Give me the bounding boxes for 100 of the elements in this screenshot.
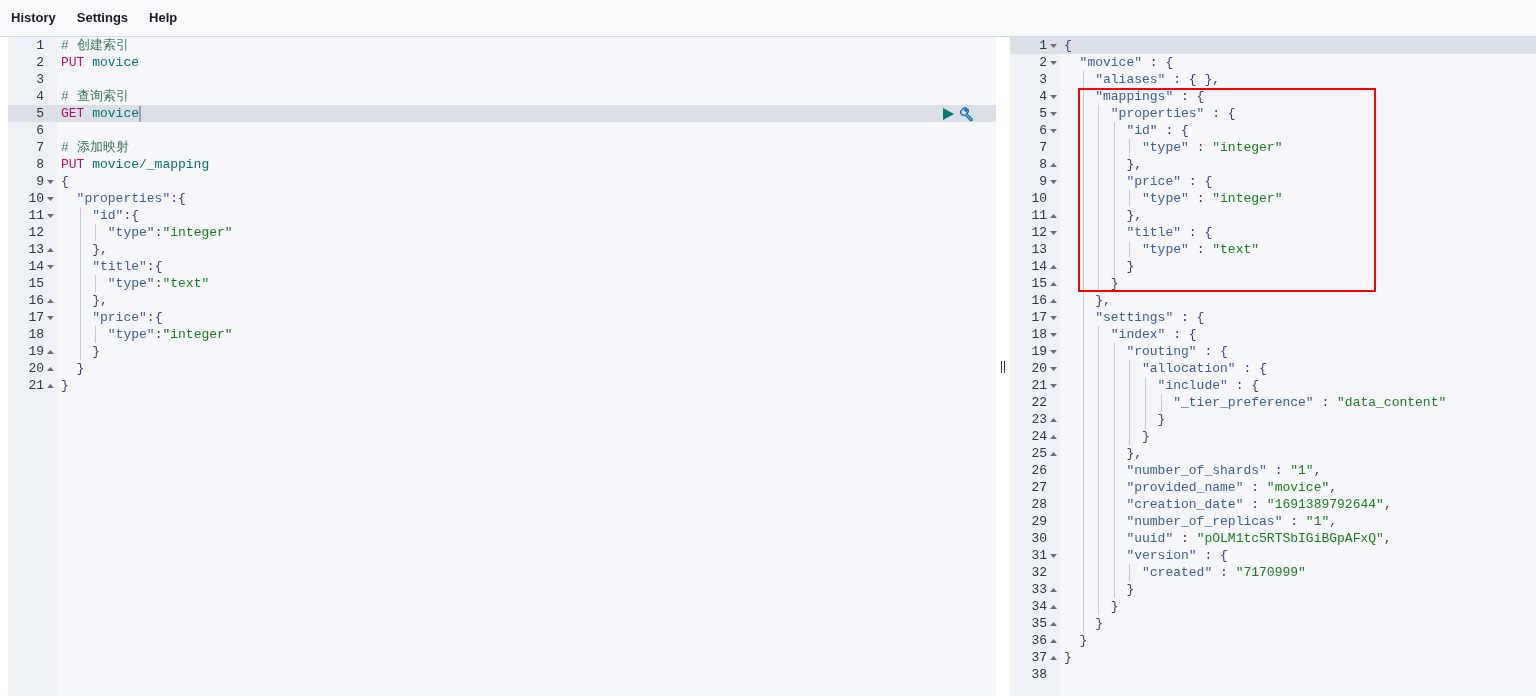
line-number: 20 (28, 360, 44, 377)
code-line: } (91, 343, 100, 360)
code-line: "number_of_replicas" : "1", (1125, 513, 1338, 530)
code-line: } (75, 360, 85, 377)
line-number: 12 (1031, 224, 1047, 241)
line-number: 4 (36, 88, 44, 105)
line-number: 3 (1039, 71, 1047, 88)
menu-item[interactable]: History (11, 8, 56, 28)
line-number: 2 (1039, 54, 1047, 71)
code-line: "created" : "7170999" (1141, 564, 1306, 581)
code-line: "creation_date" : "1691389792644", (1125, 496, 1392, 513)
line-number: 1 (36, 37, 44, 54)
code-line: } (1064, 649, 1072, 666)
code-line: "movice" : { (1078, 54, 1174, 71)
menu-item[interactable]: Help (149, 8, 178, 28)
line-number: 33 (1031, 581, 1047, 598)
line-number: 5 (36, 105, 44, 122)
code-line: "type":"text" (106, 275, 210, 292)
code-line: "properties":{ (75, 190, 186, 207)
line-number: 34 (1031, 598, 1047, 615)
code-line: } (61, 377, 69, 394)
code-line: "title":{ (91, 258, 163, 275)
line-number: 37 (1031, 649, 1047, 666)
line-number: 31 (1031, 547, 1047, 564)
code-line: "properties" : { (1109, 105, 1236, 122)
line-number: 19 (1031, 343, 1047, 360)
code-line: "uuid" : "pOLM1tc5RTSbIGiBGpAFxQ", (1125, 530, 1392, 547)
line-number: 15 (1031, 275, 1047, 292)
code-line: "include" : { (1156, 377, 1260, 394)
line-number: 11 (28, 207, 44, 224)
code-line: "type" : "text" (1141, 241, 1260, 258)
code-line: } (1125, 258, 1135, 275)
line-number: 8 (1039, 156, 1047, 173)
line-number: 10 (1031, 190, 1047, 207)
code-line: }, (1094, 292, 1111, 309)
line-number: 2 (36, 54, 44, 71)
line-number: 27 (1031, 479, 1047, 496)
line-number: 36 (1031, 632, 1047, 649)
code-line: "title" : { (1125, 224, 1213, 241)
code-line: PUT movice (61, 54, 139, 71)
line-number: 19 (28, 343, 44, 360)
line-number: 4 (1039, 88, 1047, 105)
line-number: 32 (1031, 564, 1047, 581)
line-number: 9 (1039, 173, 1047, 190)
line-number: 28 (1031, 496, 1047, 513)
line-number: 26 (1031, 462, 1047, 479)
line-number: 16 (1031, 292, 1047, 309)
line-number: 16 (28, 292, 44, 309)
line-number: 23 (1031, 411, 1047, 428)
code-line: }, (1125, 445, 1142, 462)
code-line: }, (1125, 207, 1142, 224)
menu-item[interactable]: Settings (76, 8, 129, 28)
code-line: "id" : { (1125, 122, 1189, 139)
line-number: 25 (1031, 445, 1047, 462)
line-number: 13 (28, 241, 44, 258)
line-number: 7 (1039, 139, 1047, 156)
code-line: { (61, 173, 69, 190)
code-line: } (1109, 275, 1119, 292)
code-comment: # 查询索引 (61, 88, 129, 105)
line-number: 13 (1031, 241, 1047, 258)
code-line: PUT movice/_mapping (61, 156, 210, 173)
code-line: "type" : "integer" (1141, 190, 1283, 207)
code-line: "number_of_shards" : "1", (1125, 462, 1322, 479)
code-line: "price":{ (91, 309, 163, 326)
line-number: 8 (36, 156, 44, 173)
code-line: } (1109, 598, 1119, 615)
code-line: "type" : "integer" (1141, 139, 1283, 156)
code-line: "type":"integer" (106, 326, 233, 343)
line-number: 5 (1039, 105, 1047, 122)
code-line: "mappings" : { (1094, 88, 1205, 105)
code-line: "id":{ (91, 207, 140, 224)
code-comment: # 添加映射 (61, 139, 129, 156)
line-number: 17 (1031, 309, 1047, 326)
code-line: "settings" : { (1094, 309, 1205, 326)
line-number: 11 (1031, 207, 1047, 224)
code-line: "aliases" : { }, (1094, 71, 1221, 88)
line-number: 21 (1031, 377, 1047, 394)
line-number: 15 (28, 275, 44, 292)
code-comment: # 创建索引 (61, 37, 129, 54)
line-number: 21 (28, 377, 44, 394)
code-line: { (1064, 37, 1072, 54)
line-number: 29 (1031, 513, 1047, 530)
line-number: 18 (28, 326, 44, 343)
code-line: } (1141, 428, 1150, 445)
line-number: 24 (1031, 428, 1047, 445)
line-number: 3 (36, 71, 44, 88)
code-line: "type":"integer" (106, 224, 233, 241)
line-number: 7 (36, 139, 44, 156)
line-number: 9 (36, 173, 44, 190)
code-line: "version" : { (1125, 547, 1228, 564)
code-line: "provided_name" : "movice", (1125, 479, 1338, 496)
line-number: 20 (1031, 360, 1047, 377)
code-line: } (1156, 411, 1166, 428)
code-line: GET movice (61, 105, 139, 122)
code-line: } (1078, 632, 1088, 649)
line-number: 1 (1039, 37, 1047, 54)
line-number: 30 (1031, 530, 1047, 547)
code-line: "_tier_preference" : "data_content" (1172, 394, 1447, 411)
line-number: 6 (36, 122, 44, 139)
line-number: 6 (1039, 122, 1047, 139)
